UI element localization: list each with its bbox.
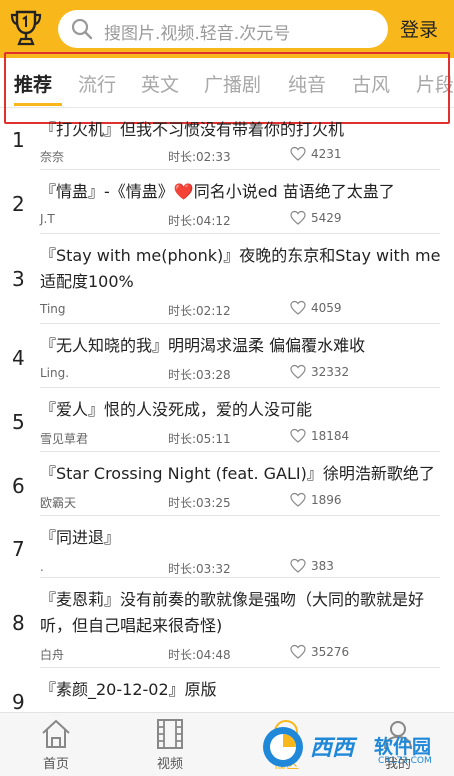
heart-icon	[290, 558, 306, 573]
like-count: 4231	[311, 147, 342, 161]
like-count: 18184	[311, 429, 350, 443]
heart-icon	[290, 364, 306, 379]
song-title[interactable]: 『Star Crossing Night (feat. GALI)』徐明浩新歌绝…	[40, 461, 454, 487]
like-count: 5429	[311, 211, 342, 225]
song-rank: 1	[12, 128, 25, 152]
like-button[interactable]: 5429	[290, 210, 342, 226]
search-bar[interactable]: 搜图片.视频.轻音.次元号	[58, 10, 388, 48]
top-bar: 搜图片.视频.轻音.次元号 登录	[0, 0, 454, 58]
nav-video-label: 视频	[156, 757, 183, 772]
watermark: 西西 软件园 CR173.COM	[258, 722, 434, 772]
song-title[interactable]: 『情蛊』-《情蛊》❤️同名小说ed 苗语绝了太蛊了	[40, 179, 448, 205]
song-rank: 3	[12, 267, 25, 291]
song-title[interactable]: 『同进退』	[40, 525, 448, 551]
watermark-sub: CR173.COM	[378, 756, 432, 766]
song-duration: 时长:02:33	[168, 150, 231, 164]
like-button[interactable]: 383	[290, 558, 334, 574]
song-rank: 4	[12, 346, 25, 370]
song-rank: 7	[12, 537, 25, 561]
like-button[interactable]: 4059	[290, 300, 342, 316]
heart-icon	[290, 210, 306, 225]
film-icon	[157, 719, 183, 749]
song-title[interactable]: 『无人知晓的我』明明渴求温柔 偏偏覆水难收	[40, 333, 448, 359]
like-button[interactable]: 1896	[290, 492, 342, 508]
like-count: 35276	[311, 645, 350, 659]
song-title[interactable]: 『打火机』但我不习惯没有带着你的打火机	[40, 117, 448, 143]
song-rank: 9	[12, 690, 25, 712]
song-meta: Ting 时长:02:12 4059	[40, 300, 440, 322]
trophy-icon[interactable]	[8, 8, 44, 48]
like-count: 32332	[311, 365, 350, 379]
song-row[interactable]: 5 『爱人』恨的人没死成，爱的人没可能 雪见草君 时长:05:11 18184	[0, 388, 454, 452]
song-artist[interactable]: 雪见草君	[40, 430, 88, 447]
heart-icon	[290, 300, 306, 315]
like-button[interactable]: 32332	[290, 364, 349, 380]
song-row[interactable]: 1 『打火机』但我不习惯没有带着你的打火机 奈奈 时长:02:33 4231	[0, 108, 454, 170]
song-meta: 白舟 时长:04:48 35276	[40, 644, 440, 666]
song-meta: J.T 时长:04:12 5429	[40, 210, 440, 232]
song-duration: 时长:03:32	[168, 562, 231, 576]
like-count: 4059	[311, 301, 342, 315]
song-title[interactable]: 『素颜_20-12-02』原版	[40, 677, 448, 703]
song-meta: 欧霸天 时长:03:25 1896	[40, 492, 440, 514]
login-button[interactable]: 登录	[400, 15, 438, 42]
song-row[interactable]: 4 『无人知晓的我』明明渴求温柔 偏偏覆水难收 Ling. 时长:03:28 3…	[0, 324, 454, 388]
song-title[interactable]: 『麦恩莉』没有前奏的歌就像是强吻（大同的歌就是好听，但自己唱起来很奇怪)	[40, 587, 448, 639]
song-duration: 时长:04:48	[168, 648, 231, 662]
heart-icon	[290, 644, 306, 659]
song-title[interactable]: 『Stay with me(phonk)』夜晚的东京和Stay with me适…	[40, 243, 448, 295]
song-duration: 时长:04:12	[168, 214, 231, 228]
song-artist[interactable]: .	[40, 560, 44, 574]
song-rank: 5	[12, 410, 25, 434]
song-row[interactable]: 8 『麦恩莉』没有前奏的歌就像是强吻（大同的歌就是好听，但自己唱起来很奇怪) 白…	[0, 578, 454, 668]
nav-home-label: 首页	[42, 757, 69, 772]
song-row[interactable]: 2 『情蛊』-《情蛊》❤️同名小说ed 苗语绝了太蛊了 J.T 时长:04:12…	[0, 170, 454, 234]
like-button[interactable]: 35276	[290, 644, 349, 660]
song-meta: 奈奈 时长:02:33 4231	[40, 146, 440, 168]
song-artist[interactable]: Ling.	[40, 366, 69, 380]
home-icon	[42, 719, 70, 748]
song-artist[interactable]: 奈奈	[40, 148, 64, 165]
song-row[interactable]: 9 『素颜_20-12-02』原版	[0, 668, 454, 712]
search-icon	[71, 18, 93, 40]
search-placeholder: 搜图片.视频.轻音.次元号	[104, 24, 291, 44]
nav-video[interactable]: 视频	[140, 717, 200, 773]
like-count: 1896	[311, 493, 342, 507]
song-title[interactable]: 『爱人』恨的人没死成，爱的人没可能	[40, 397, 448, 423]
song-rank: 2	[12, 192, 25, 216]
song-row[interactable]: 7 『同进退』 . 时长:03:32 383	[0, 516, 454, 578]
like-button[interactable]: 18184	[290, 428, 349, 444]
song-meta: 雪见草君 时长:05:11 18184	[40, 428, 440, 450]
song-rank: 8	[12, 611, 25, 635]
like-count: 383	[311, 559, 334, 573]
like-button[interactable]: 4231	[290, 146, 342, 162]
heart-icon	[290, 492, 306, 507]
song-rank: 6	[12, 474, 25, 498]
song-list[interactable]: 1 『打火机』但我不习惯没有带着你的打火机 奈奈 时长:02:33 4231 2…	[0, 108, 454, 712]
song-duration: 时长:03:25	[168, 496, 231, 510]
song-artist[interactable]: J.T	[40, 212, 55, 226]
song-artist[interactable]: Ting	[40, 302, 66, 316]
song-artist[interactable]: 欧霸天	[40, 494, 76, 511]
song-row[interactable]: 3 『Stay with me(phonk)』夜晚的东京和Stay with m…	[0, 234, 454, 324]
heart-icon	[290, 146, 306, 161]
song-duration: 时长:02:12	[168, 304, 231, 318]
heart-icon	[290, 428, 306, 443]
song-artist[interactable]: 白舟	[40, 646, 64, 663]
watermark-logo-icon	[263, 727, 303, 767]
song-duration: 时长:03:28	[168, 368, 231, 382]
song-row[interactable]: 6 『Star Crossing Night (feat. GALI)』徐明浩新…	[0, 452, 454, 516]
song-duration: 时长:05:11	[168, 432, 231, 446]
watermark-text-a: 西西	[310, 736, 355, 761]
song-meta: Ling. 时长:03:28 32332	[40, 364, 440, 386]
nav-home[interactable]: 首页	[26, 717, 86, 773]
watermark-text-b: 软件园	[374, 736, 432, 758]
